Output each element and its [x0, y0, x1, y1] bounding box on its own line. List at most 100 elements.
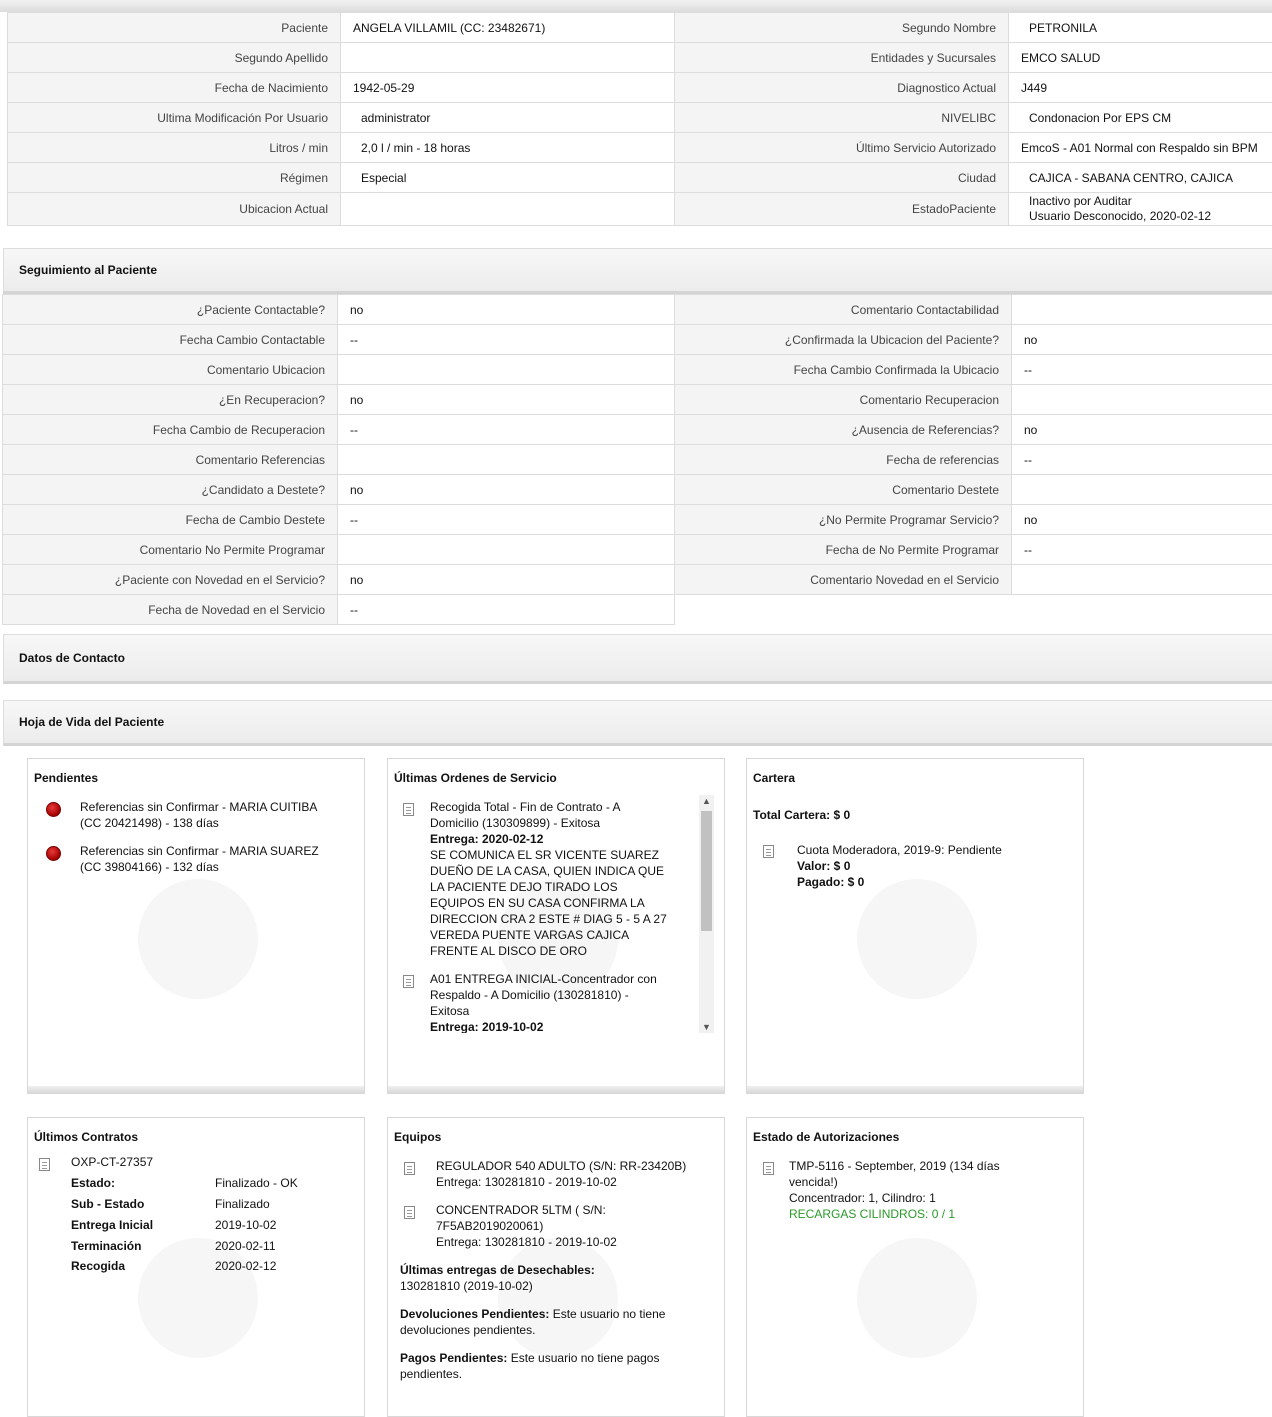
order-note: DIRECCION CRA 2 ESTE # DIAG 5 - 5 A 27	[430, 911, 700, 927]
panel-autorizaciones: Estado de Autorizaciones TMP-5116 - Sept…	[746, 1117, 1084, 1417]
field-label: Ciudad	[675, 163, 1009, 193]
field-value: Especial	[341, 163, 675, 193]
cartera-valor: Valor: $ 0	[797, 858, 1077, 874]
cartera-item[interactable]: Cuota Moderadora, 2019-9: Pendiente Valo…	[797, 842, 1077, 890]
field-label: Régimen	[8, 163, 341, 193]
field-value: --	[1012, 535, 1272, 565]
section-datos-contacto[interactable]: Datos de Contacto	[3, 634, 1272, 684]
table-row: ¿En Recuperacion?noComentario Recuperaci…	[3, 385, 1272, 415]
order-note: SE COMUNICA EL SR VICENTE SUAREZ	[430, 847, 700, 863]
ordenes-scrollbar[interactable]: ▲ ▼	[699, 795, 714, 1033]
status-line-2: Usuario Desconocido, 2020-02-12	[1029, 209, 1272, 224]
table-row: Comentario No Permite ProgramarFecha de …	[3, 535, 1272, 565]
field-value	[338, 535, 675, 565]
pagos-text: pendientes.	[400, 1366, 720, 1382]
desechables-value: 130281810 (2019-10-02)	[400, 1278, 720, 1294]
order-entrega: Entrega: 2019-10-02	[430, 1019, 700, 1033]
field-value	[1012, 295, 1272, 325]
contract-field-label: Sub - Estado	[71, 1196, 144, 1212]
field-value	[1012, 565, 1272, 595]
seguimiento-table: ¿Paciente Contactable?noComentario Conta…	[2, 294, 1272, 625]
field-label: Diagnostico Actual	[675, 73, 1009, 103]
patient-row: Ubicacion ActualEstadoPacienteInactivo p…	[8, 193, 1272, 226]
scroll-thumb[interactable]	[701, 811, 712, 931]
contract-field-value: 2020-02-12	[215, 1258, 276, 1274]
order-line: Exitosa	[430, 1003, 700, 1019]
order-line: A01 ENTREGA INICIAL-Concentrador con	[430, 971, 700, 987]
field-value: no	[1012, 415, 1272, 445]
table-row: Fecha Cambio de Recuperacion--¿Ausencia …	[3, 415, 1272, 445]
field-label: Fecha Cambio Confirmada la Ubicacio	[675, 355, 1012, 385]
field-label: Comentario No Permite Programar	[3, 535, 338, 565]
field-label: Fecha de Nacimiento	[8, 73, 341, 103]
field-label: ¿Confirmada la Ubicacion del Paciente?	[675, 325, 1012, 355]
contract-field-label: Entrega Inicial	[71, 1217, 153, 1233]
panel-title: Últimos Contratos	[34, 1130, 138, 1144]
order-line: Domicilio (130309899) - Exitosa	[430, 815, 700, 831]
pending-item[interactable]: Referencias sin Confirmar - MARIA SUAREZ…	[80, 843, 360, 875]
panel-title: Pendientes	[34, 771, 98, 785]
pending-item[interactable]: Referencias sin Confirmar - MARIA CUITIB…	[80, 799, 360, 831]
top-strip	[0, 0, 1272, 12]
table-row: ¿Paciente Contactable?noComentario Conta…	[3, 295, 1272, 325]
field-label: Comentario Contactabilidad	[675, 295, 1012, 325]
panel-pendientes: Pendientes Referencias sin Confirmar - M…	[27, 758, 365, 1094]
status-line-1: Inactivo por Auditar	[1029, 194, 1272, 209]
contract-field-value: 2020-02-11	[215, 1238, 276, 1254]
contract-field-value: Finalizado - OK	[215, 1175, 298, 1191]
order-note: LA PACIENTE DEJO TIRADO LOS	[430, 879, 700, 895]
alert-dot-icon	[46, 802, 61, 817]
order-note: EQUIPOS EN SU CASA CONFIRMA LA	[430, 895, 700, 911]
desechables-label: Últimas entregas de Desechables:	[400, 1262, 720, 1278]
field-label: Paciente	[8, 13, 341, 43]
field-value: 2,0 l / min - 18 horas	[341, 133, 675, 163]
pending-line-1: Referencias sin Confirmar - MARIA CUITIB…	[80, 799, 360, 815]
contract-field-value: Finalizado	[215, 1196, 270, 1212]
cartera-total: Total Cartera: $ 0	[753, 807, 850, 823]
devoluciones-text: devoluciones pendientes.	[400, 1322, 720, 1338]
field-value: administrator	[341, 103, 675, 133]
field-value	[338, 355, 675, 385]
document-icon	[763, 845, 774, 858]
field-value: --	[338, 505, 675, 535]
field-value: EmcoS - A01 Normal con Respaldo sin BPM	[1009, 133, 1272, 163]
authorization-line: Concentrador: 1, Cilindro: 1	[789, 1190, 1079, 1206]
field-value: no	[338, 565, 675, 595]
contract-code[interactable]: OXP-CT-27357	[71, 1154, 153, 1170]
devoluciones-label: Devoluciones Pendientes:	[400, 1307, 549, 1321]
section-hoja-vida[interactable]: Hoja de Vida del Paciente	[3, 700, 1272, 746]
field-label: ¿En Recuperacion?	[3, 385, 338, 415]
equipment-item[interactable]: CONCENTRADOR 5LTM ( S/N: 7F5AB2019020061…	[436, 1202, 721, 1250]
order-item[interactable]: Recogida Total - Fin de Contrato - A Dom…	[430, 799, 700, 959]
panel-title: Equipos	[394, 1130, 441, 1144]
scroll-down-icon[interactable]: ▼	[702, 1022, 711, 1032]
patient-row: Ultima Modificación Por Usuarioadministr…	[8, 103, 1272, 133]
pagos: Pagos Pendientes: Este usuario no tiene …	[400, 1350, 720, 1382]
field-label: Segundo Nombre	[675, 13, 1009, 43]
equipment-item[interactable]: REGULADOR 540 ADULTO (S/N: RR-23420B) En…	[436, 1158, 721, 1190]
field-value: no	[1012, 325, 1272, 355]
scroll-up-icon[interactable]: ▲	[702, 796, 711, 806]
order-item[interactable]: A01 ENTREGA INICIAL-Concentrador con Res…	[430, 971, 700, 1033]
document-icon	[404, 1162, 415, 1175]
contract-field-label: Terminación	[71, 1238, 141, 1254]
field-label: EstadoPaciente	[675, 193, 1009, 226]
ordenes-scroll-area[interactable]: Recogida Total - Fin de Contrato - A Dom…	[396, 795, 714, 1033]
field-value: J449	[1009, 73, 1272, 103]
field-label: Comentario Referencias	[3, 445, 338, 475]
field-label: Último Servicio Autorizado	[675, 133, 1009, 163]
section-seguimiento[interactable]: Seguimiento al Paciente	[3, 248, 1272, 294]
devoluciones-text: Este usuario no tiene	[549, 1307, 665, 1321]
field-value	[1012, 385, 1272, 415]
field-value: --	[338, 415, 675, 445]
authorization-line: vencida!)	[789, 1174, 1079, 1190]
field-value: --	[338, 325, 675, 355]
field-value: PETRONILA	[1009, 13, 1272, 43]
authorization-item[interactable]: TMP-5116 - September, 2019 (134 días ven…	[789, 1158, 1079, 1222]
patient-status: Inactivo por AuditarUsuario Desconocido,…	[1009, 193, 1272, 226]
table-row: Fecha Cambio Contactable--¿Confirmada la…	[3, 325, 1272, 355]
panel-ordenes: Últimas Ordenes de Servicio Recogida Tot…	[387, 758, 725, 1094]
field-value: no	[338, 295, 675, 325]
field-label: Litros / min	[8, 133, 341, 163]
equipment-line: CONCENTRADOR 5LTM ( S/N:	[436, 1202, 721, 1218]
